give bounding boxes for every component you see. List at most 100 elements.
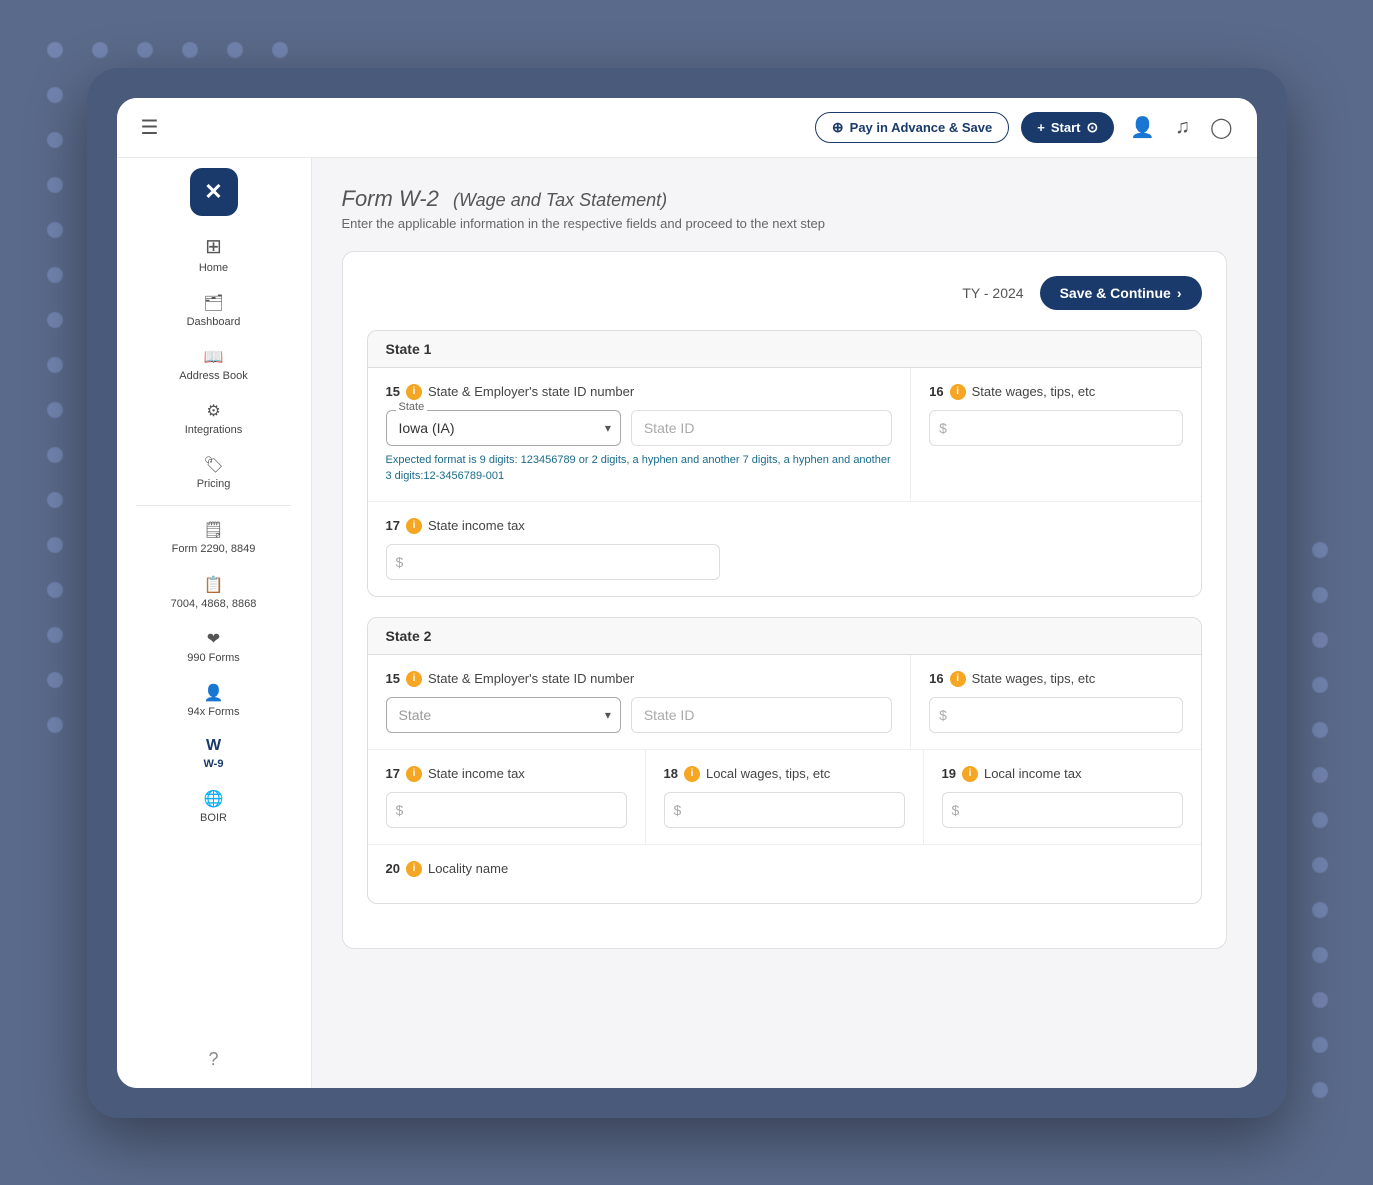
pricing-icon: 🏷 [203, 455, 223, 475]
boir-icon: 🌐 [204, 789, 224, 809]
form-title: Form W-2 [342, 186, 439, 211]
notifications-button[interactable]: ♫ [1171, 112, 1194, 143]
save-continue-label: Save & Continue [1060, 285, 1171, 301]
pay-advance-button[interactable]: ⊕ Pay in Advance & Save [815, 112, 1009, 143]
state2-field19-text: Local income tax [984, 766, 1082, 781]
state1-field17-input-wrap: $ [386, 544, 720, 580]
state1-section: State 1 15 i State & Employer's state ID… [367, 330, 1202, 597]
state2-field20-num: 20 [386, 861, 400, 876]
pay-advance-label: Pay in Advance & Save [850, 120, 993, 135]
circle-arrow-icon: ⊙ [1086, 119, 1098, 136]
hamburger-button[interactable]: ☰ [137, 111, 163, 144]
state2-field16-info-icon[interactable]: i [950, 671, 966, 687]
state1-row2: 17 i State income tax $ [368, 502, 1201, 596]
plus-circle-icon: ⊕ [832, 119, 844, 136]
sidebar-item-address-book[interactable]: 📖 Address Book [117, 339, 311, 391]
state2-field16-input[interactable] [929, 697, 1182, 733]
94xforms-icon: 👤 [204, 683, 224, 703]
state1-state-id-row: State Iowa (IA) Alabama (AL) Alaska (AK)… [386, 410, 893, 446]
sidebar-label-boir: BOIR [200, 812, 227, 825]
sidebar-label-990forms: 990 Forms [187, 652, 240, 665]
990forms-icon: ❤ [207, 629, 220, 649]
state2-field19-num: 19 [942, 766, 956, 781]
state2-field19-info-icon[interactable]: i [962, 766, 978, 782]
field15-text: State & Employer's state ID number [428, 384, 634, 399]
state1-body: 15 i State & Employer's state ID number … [368, 368, 1201, 596]
state2-field18-input-wrap: $ [664, 792, 905, 828]
state2-field16-cell: 16 i State wages, tips, etc $ [911, 655, 1200, 749]
state1-field16-input[interactable] [929, 410, 1182, 446]
state2-header: State 2 [368, 618, 1201, 655]
state2-field15-info-icon[interactable]: i [406, 671, 422, 687]
state2-state-select[interactable]: State Iowa (IA) Alabama (AL) [386, 697, 621, 733]
state2-title: State 2 [386, 628, 432, 644]
sidebar-item-94xforms[interactable]: 👤 94x Forms [117, 675, 311, 727]
sidebar-label-form2290: Form 2290, 8849 [172, 543, 256, 556]
state1-field16-cell: 16 i State wages, tips, etc $ [911, 368, 1200, 501]
hamburger-icon: ☰ [141, 115, 159, 140]
state1-field17-input[interactable] [386, 544, 720, 580]
sidebar-item-help[interactable]: ? [117, 1041, 311, 1078]
state2-field19-input[interactable] [942, 792, 1183, 828]
sidebar-item-boir[interactable]: 🌐 BOIR [117, 781, 311, 833]
contacts-button[interactable]: 👤 [1126, 111, 1159, 144]
state2-row1: 15 i State & Employer's state ID number … [368, 655, 1201, 750]
sidebar-item-7004[interactable]: 📋 7004, 4868, 8868 [117, 567, 311, 619]
state2-field17-num: 17 [386, 766, 400, 781]
state2-field18-info-icon[interactable]: i [684, 766, 700, 782]
field15-info-icon[interactable]: i [406, 384, 422, 400]
state2-field20-info-icon[interactable]: i [406, 861, 422, 877]
sidebar-label-address-book: Address Book [179, 370, 247, 383]
state1-field16-input-wrap: $ [929, 410, 1182, 446]
state1-state-select[interactable]: Iowa (IA) Alabama (AL) Alaska (AK) [386, 410, 621, 446]
state2-field17-label: 17 i State income tax [386, 766, 627, 782]
state2-field18-input[interactable] [664, 792, 905, 828]
integrations-icon: ⚙ [206, 401, 220, 421]
state2-field20-text: Locality name [428, 861, 508, 876]
state1-state-id-input[interactable] [631, 410, 892, 446]
sidebar-item-pricing[interactable]: 🏷 Pricing [117, 447, 311, 499]
sidebar-item-home[interactable]: ⊞ Home [117, 226, 311, 283]
state2-field19-input-wrap: $ [942, 792, 1183, 828]
app-logo[interactable]: ✕ [190, 168, 238, 216]
state2-state-id-row: State Iowa (IA) Alabama (AL) ▾ [386, 697, 893, 733]
7004-icon: 📋 [204, 575, 224, 595]
content-area: Form W-2 (Wage and Tax Statement) Enter … [312, 158, 1257, 1088]
state2-field16-label: 16 i State wages, tips, etc [929, 671, 1182, 687]
sidebar-item-w9[interactable]: W W-9 [117, 729, 311, 779]
state2-field18-label: 18 i Local wages, tips, etc [664, 766, 905, 782]
field17-text: State income tax [428, 518, 525, 533]
dashboard-icon: 🗂 [203, 293, 223, 313]
save-continue-button[interactable]: Save & Continue › [1040, 276, 1202, 310]
dollar-sign-16: $ [939, 420, 947, 436]
sidebar-item-integrations[interactable]: ⚙ Integrations [117, 393, 311, 445]
start-button[interactable]: + Start ⊙ [1021, 112, 1114, 143]
state2-dollar-sign-16: $ [939, 707, 947, 723]
field16-info-icon[interactable]: i [950, 384, 966, 400]
top-bar-left: ☰ [137, 111, 163, 144]
state2-row3: 20 i Locality name [368, 845, 1201, 903]
state1-field15-cell: 15 i State & Employer's state ID number … [368, 368, 912, 501]
sidebar-label-pricing: Pricing [197, 478, 231, 491]
field16-num: 16 [929, 384, 943, 399]
state1-state-select-wrap: State Iowa (IA) Alabama (AL) Alaska (AK)… [386, 410, 621, 446]
bell-icon: ♫ [1175, 116, 1190, 139]
home-icon: ⊞ [205, 234, 222, 259]
form-title-sub: (Wage and Tax Statement) [453, 190, 667, 210]
field17-num: 17 [386, 518, 400, 533]
state2-field20-label: 20 i Locality name [386, 861, 720, 877]
page-title: Form W-2 (Wage and Tax Statement) [342, 186, 1227, 212]
sidebar-item-dashboard[interactable]: 🗂 Dashboard [117, 285, 311, 337]
user-profile-button[interactable]: ◯ [1206, 111, 1236, 144]
state2-state-id-input[interactable] [631, 697, 892, 733]
state2-row2: 17 i State income tax $ [368, 750, 1201, 845]
sidebar-item-990forms[interactable]: ❤ 990 Forms [117, 621, 311, 673]
field17-info-icon[interactable]: i [406, 518, 422, 534]
state2-field17-info-icon[interactable]: i [406, 766, 422, 782]
state2-field17-text: State income tax [428, 766, 525, 781]
state1-state-label: State [396, 401, 428, 413]
form2290-icon: 🗒 [203, 520, 223, 540]
sidebar-item-form2290[interactable]: 🗒 Form 2290, 8849 [117, 512, 311, 564]
field15-num: 15 [386, 384, 400, 399]
state2-field17-input[interactable] [386, 792, 627, 828]
